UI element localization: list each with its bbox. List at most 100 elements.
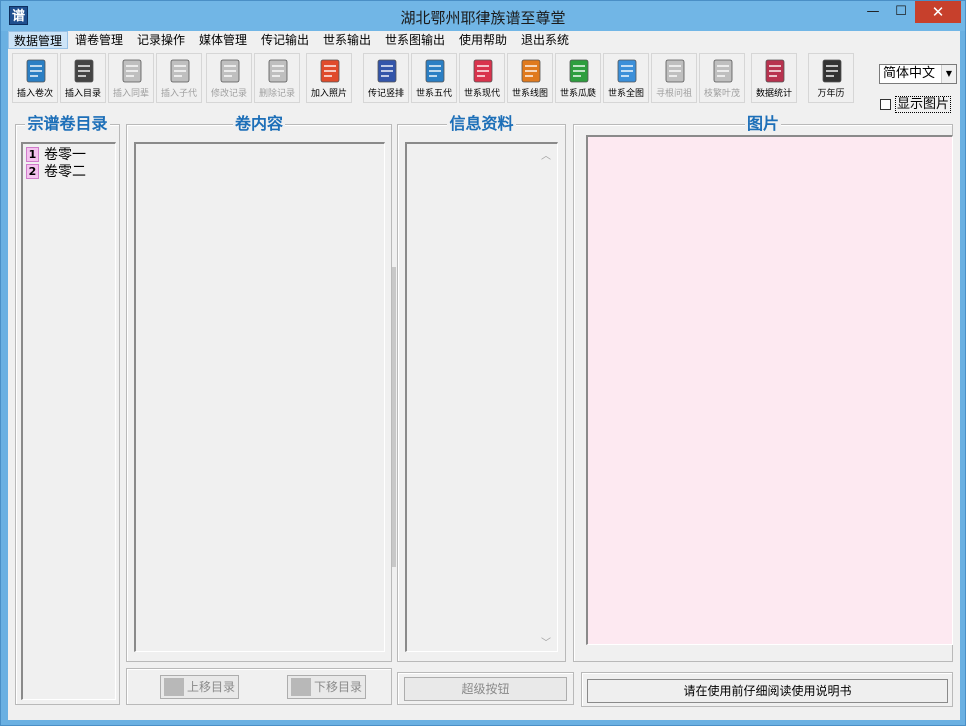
toolbar-button-label: 世系全图 <box>607 89 644 99</box>
menu-media-management[interactable]: 媒体管理 <box>194 31 252 49</box>
picture-panel-title: 图片 <box>744 114 781 133</box>
move-buttons-group: 上移目录 下移目录 <box>126 668 392 705</box>
catalog-panel: 宗谱卷目录 1 卷零一 2 卷零二 <box>15 114 120 705</box>
content-panel: 卷内容 <box>126 114 392 662</box>
calculator-icon <box>763 57 787 85</box>
toolbar-button[interactable]: 数据统计 <box>751 53 797 103</box>
toolbar-button[interactable]: 世系瓜瓞 <box>555 53 601 103</box>
arrow-down-icon <box>290 677 311 696</box>
toolbar-button[interactable]: 寻根问祖 <box>651 53 697 103</box>
title-bar[interactable]: 谱 湖北鄂州耶律族谱至尊堂 — ☐ ✕ <box>1 1 965 31</box>
tree-item[interactable]: 1 卷零一 <box>26 147 86 164</box>
catalog-panel-title: 宗谱卷目录 <box>25 114 110 133</box>
language-select[interactable]: 简体中文 ▼ <box>879 64 957 84</box>
tree-item-label: 卷零一 <box>44 147 86 163</box>
document-edit-icon <box>218 57 242 85</box>
chevron-down-icon[interactable]: ▼ <box>941 65 956 83</box>
tree-item[interactable]: 2 卷零二 <box>26 164 86 181</box>
content-text-area[interactable] <box>134 142 385 652</box>
close-button[interactable]: ✕ <box>915 1 961 23</box>
window-title: 湖北鄂州耶律族谱至尊堂 <box>400 9 566 27</box>
toolbar-button[interactable]: 世系线图 <box>507 53 553 103</box>
menu-lineage-output[interactable]: 世系输出 <box>318 31 376 49</box>
maximize-button[interactable]: ☐ <box>887 1 915 23</box>
document-icon <box>120 57 144 85</box>
arrow-down-icon <box>711 57 735 85</box>
toolbar-button[interactable]: 插入子代 <box>156 53 202 103</box>
read-manual-button[interactable]: 请在使用前仔细阅读使用说明书 <box>587 679 948 703</box>
chart-book-icon <box>519 57 543 85</box>
document-icon <box>168 57 192 85</box>
catalog-tree[interactable]: 1 卷零一 2 卷零二 <box>21 142 116 700</box>
menu-record-operations[interactable]: 记录操作 <box>132 31 190 49</box>
toolbar-button[interactable]: 加入照片 <box>306 53 352 103</box>
info-panel-title: 信息资料 <box>447 114 516 133</box>
show-image-label[interactable]: 显示图片 <box>895 96 952 113</box>
tree-item-number: 1 <box>26 147 39 162</box>
info-panel: 信息资料 ︿ ﹀ <box>397 114 566 662</box>
toolbar-button[interactable]: 世系现代 <box>459 53 505 103</box>
toolbar-button-label: 世系瓜瓞 <box>559 89 596 99</box>
menu-exit[interactable]: 退出系统 <box>516 31 574 49</box>
toolbar-button-label: 加入照片 <box>310 89 347 99</box>
toolbar-button-label: 删除记录 <box>258 89 295 99</box>
scroll-down-icon[interactable]: ﹀ <box>541 634 551 649</box>
toolbar-button[interactable]: 传记竖排 <box>363 53 409 103</box>
panel-splitter[interactable] <box>392 267 396 567</box>
content-panel-title: 卷内容 <box>232 114 285 133</box>
menu-data-management[interactable]: 数据管理 <box>8 31 69 49</box>
toolbar-button[interactable]: 插入目录 <box>60 53 106 103</box>
show-image-checkbox[interactable] <box>880 99 891 110</box>
toolbar-button-label: 世系线图 <box>511 89 548 99</box>
minimize-button[interactable]: — <box>859 1 887 23</box>
menu-lineage-chart-output[interactable]: 世系图输出 <box>380 31 450 49</box>
toolbar: 插入卷次 插入目录 插入同辈 插入子代 修改记录 删除记录 加入照片 传记竖排 世系五代 世系现代… <box>10 53 860 105</box>
menu-help[interactable]: 使用帮助 <box>454 31 512 49</box>
language-select-value: 简体中文 <box>883 66 936 81</box>
printer-icon <box>423 57 447 85</box>
main-window: 谱 湖北鄂州耶律族谱至尊堂 — ☐ ✕ 数据管理 谱卷管理 记录操作 媒体管理 … <box>0 0 966 726</box>
tree-item-number: 2 <box>26 164 39 179</box>
toolbar-button[interactable]: 删除记录 <box>254 53 300 103</box>
toolbar-button[interactable]: 万年历 <box>808 53 854 103</box>
menu-biography-output[interactable]: 传记输出 <box>256 31 314 49</box>
toolbar-button-label: 插入目录 <box>64 89 101 99</box>
toolbar-button[interactable]: 世系全图 <box>603 53 649 103</box>
super-button-group: 超级按钮 <box>397 672 574 705</box>
calendar-grid-icon <box>615 57 639 85</box>
toolbar-button[interactable]: 世系五代 <box>411 53 457 103</box>
notepad-pencil-icon <box>24 57 48 85</box>
scroll-up-icon[interactable]: ︿ <box>541 147 551 162</box>
toolbar-button-label: 插入同辈 <box>112 89 149 99</box>
printer-icon <box>375 57 399 85</box>
toolbar-button[interactable]: 插入卷次 <box>12 53 58 103</box>
client-area: 数据管理 谱卷管理 记录操作 媒体管理 传记输出 世系输出 世系图输出 使用帮助… <box>8 31 960 720</box>
super-button[interactable]: 超级按钮 <box>404 677 567 701</box>
move-up-label: 上移目录 <box>186 680 235 694</box>
toolbar-button-label: 世系现代 <box>463 89 500 99</box>
printer-icon <box>471 57 495 85</box>
toolbar-button[interactable]: 修改记录 <box>206 53 252 103</box>
toolbar-button-label: 数据统计 <box>755 89 792 99</box>
move-down-button[interactable]: 下移目录 <box>287 675 366 699</box>
menu-bar: 数据管理 谱卷管理 记录操作 媒体管理 传记输出 世系输出 世系图输出 使用帮助… <box>8 31 960 50</box>
toolbar-button-label: 枝繁叶茂 <box>703 89 740 99</box>
manual-button-group: 请在使用前仔细阅读使用说明书 <box>581 672 953 707</box>
toolbar-button[interactable]: 插入同辈 <box>108 53 154 103</box>
picture-area[interactable] <box>586 135 953 645</box>
toolbar-button-label: 寻根问祖 <box>655 89 692 99</box>
toolbar-button-label: 传记竖排 <box>367 89 404 99</box>
info-text-area[interactable]: ︿ ﹀ <box>405 142 558 652</box>
menu-volume-management[interactable]: 谱卷管理 <box>70 31 128 49</box>
download-arrow-icon <box>318 57 342 85</box>
tree-item-label: 卷零二 <box>44 164 86 180</box>
toolbar-button[interactable]: 枝繁叶茂 <box>699 53 745 103</box>
move-up-button[interactable]: 上移目录 <box>160 675 239 699</box>
picture-panel: 图片 <box>573 114 953 662</box>
toolbar-button-label: 万年历 <box>817 89 845 99</box>
arrow-up-icon <box>663 57 687 85</box>
calendar-clock-icon <box>820 57 844 85</box>
toolbar-button-label: 插入卷次 <box>16 89 53 99</box>
arrow-up-icon <box>163 677 184 696</box>
quill-pen-icon <box>72 57 96 85</box>
